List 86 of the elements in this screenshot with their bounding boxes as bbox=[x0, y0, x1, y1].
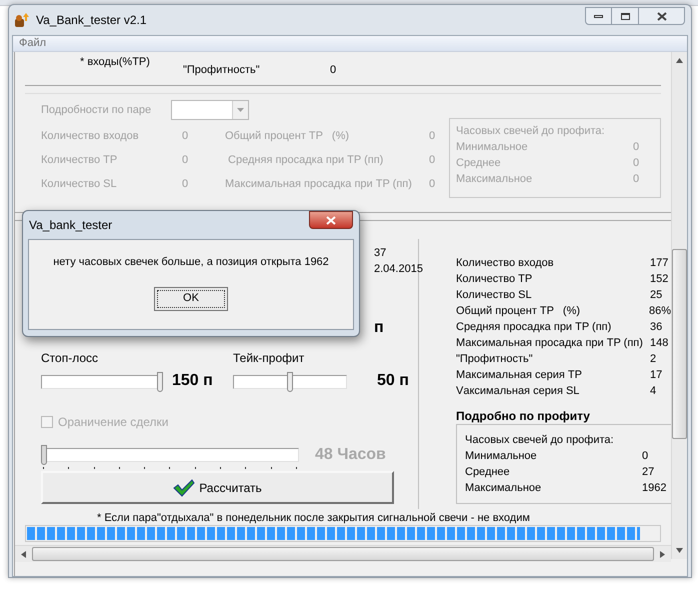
slider-thumb[interactable] bbox=[157, 372, 163, 392]
scrollbar-thumb[interactable] bbox=[32, 547, 654, 561]
stat-value: 0 bbox=[182, 129, 190, 143]
slider[interactable] bbox=[233, 372, 347, 390]
stat-value: 177 bbox=[650, 256, 668, 271]
scroll-down-icon bbox=[676, 548, 683, 553]
slider-thumb[interactable] bbox=[287, 372, 293, 392]
stop-loss-reading: 150 п bbox=[172, 371, 213, 391]
stat-label: Средняя просадка при TP (пп) bbox=[227, 153, 384, 167]
pair-label: Подробности по паре bbox=[41, 102, 152, 118]
scrollbar-thumb[interactable] bbox=[672, 249, 687, 439]
stat-label: Количество входов bbox=[41, 129, 140, 143]
close-button[interactable] bbox=[309, 211, 353, 229]
stat-value: 0 bbox=[429, 153, 436, 167]
stat-value: 27 bbox=[642, 465, 654, 480]
stat-value: 0 bbox=[633, 140, 640, 155]
scroll-up-icon bbox=[676, 58, 683, 63]
stat-value: 25 bbox=[650, 288, 662, 303]
result-text: 2.04.2015 bbox=[374, 262, 423, 277]
close-icon bbox=[326, 216, 336, 224]
scroll-left-icon bbox=[21, 550, 26, 558]
stat-label: "Профитность" bbox=[456, 352, 534, 367]
stat-value: 148 bbox=[650, 336, 668, 351]
stat-value: 0 bbox=[182, 177, 190, 191]
stat-label: Минимальное bbox=[456, 140, 529, 155]
take-profit-reading: 50 п bbox=[377, 371, 409, 391]
maximize-button[interactable] bbox=[612, 7, 639, 25]
stat-value: 152 bbox=[650, 272, 668, 287]
stat-label: Количество SL bbox=[41, 177, 118, 191]
group-title: Часовых свечей до профита: bbox=[465, 433, 615, 448]
window-title: Va_Bank_tester v2.1 bbox=[36, 12, 147, 29]
vertical-scrollbar[interactable] bbox=[671, 52, 687, 559]
stat-value: 4 bbox=[650, 384, 656, 399]
stat-value: 17 bbox=[650, 368, 662, 383]
stat-value: 0 bbox=[642, 449, 648, 464]
result-text: 37 bbox=[374, 246, 386, 261]
dialog-title: Va_bank_tester bbox=[29, 217, 112, 234]
checkmark-icon bbox=[173, 478, 196, 496]
stat-label: Количество TP bbox=[456, 272, 534, 287]
stat-value: 0 bbox=[633, 172, 640, 187]
section-title: Подробно по профиту bbox=[456, 408, 591, 421]
minimize-button[interactable] bbox=[585, 7, 612, 25]
app-icon bbox=[14, 12, 30, 28]
stop-loss-label: Стоп-лосс bbox=[41, 350, 100, 365]
calculate-button[interactable]: Рассчитать bbox=[41, 471, 394, 504]
horizontal-scrollbar[interactable] bbox=[15, 545, 671, 562]
partial-reading: п bbox=[374, 319, 385, 337]
stat-label: Максимальное bbox=[465, 481, 542, 496]
stat-label: Vаксимальная серия SL bbox=[456, 384, 580, 399]
stat-value: 0 bbox=[182, 153, 190, 167]
summary-label: "Профитность" bbox=[183, 63, 261, 76]
hours-reading: 48 Часов bbox=[315, 445, 386, 465]
scroll-right-icon bbox=[660, 550, 665, 558]
stat-label: Общий процент TP (%) bbox=[225, 129, 350, 143]
stat-label: Общий процент TP (%) bbox=[456, 304, 582, 319]
stat-label: Количество входов bbox=[456, 256, 555, 271]
footnote: * Если пара"отдыхала" в понедельник после закрытия сигнальной свечи - не входим bbox=[97, 511, 531, 524]
dialog-message: нету часовых свечек больше, а позиция открыта 1962 bbox=[53, 255, 329, 270]
stat-value: 2 bbox=[650, 352, 656, 367]
group-title: Часовых свечей до профита: bbox=[456, 124, 606, 139]
stat-value: 1962 bbox=[642, 481, 666, 496]
stat-label: Среднее bbox=[456, 156, 502, 171]
stat-value: 86% bbox=[648, 304, 671, 319]
ok-button[interactable]: OK bbox=[154, 286, 228, 310]
stat-value: 0 bbox=[429, 129, 436, 143]
stat-value: 0 bbox=[633, 156, 640, 171]
stat-value: 36 bbox=[650, 320, 662, 335]
stat-label: Максимальное bbox=[456, 172, 534, 187]
stat-label: Количество TP bbox=[41, 153, 118, 167]
stat-value: 0 bbox=[429, 177, 436, 191]
checkbox-label: Ораничение сделки bbox=[58, 414, 169, 431]
slider[interactable] bbox=[41, 372, 163, 390]
dropdown-arrow-icon bbox=[237, 108, 244, 112]
stat-label: Максимальная просадка при TP (пп) bbox=[225, 177, 413, 191]
close-button[interactable] bbox=[639, 7, 685, 25]
stat-label: Средняя просадка при TP (пп) bbox=[456, 320, 612, 335]
pair-dropdown[interactable] bbox=[171, 100, 249, 120]
stat-label: Максимальная просадка при TP (пп) bbox=[456, 336, 644, 351]
take-profit-label: Тейк-профит bbox=[233, 350, 306, 365]
stat-label: Минимальное bbox=[465, 449, 538, 464]
summary-value: 0 bbox=[330, 63, 336, 76]
summary-note: * входы(%TP) bbox=[80, 55, 151, 68]
stat-label: Количество SL bbox=[456, 288, 533, 303]
close-icon bbox=[656, 12, 666, 20]
stat-label: Максимальная серия TP bbox=[456, 368, 583, 383]
stat-label: Среднее bbox=[465, 465, 511, 480]
